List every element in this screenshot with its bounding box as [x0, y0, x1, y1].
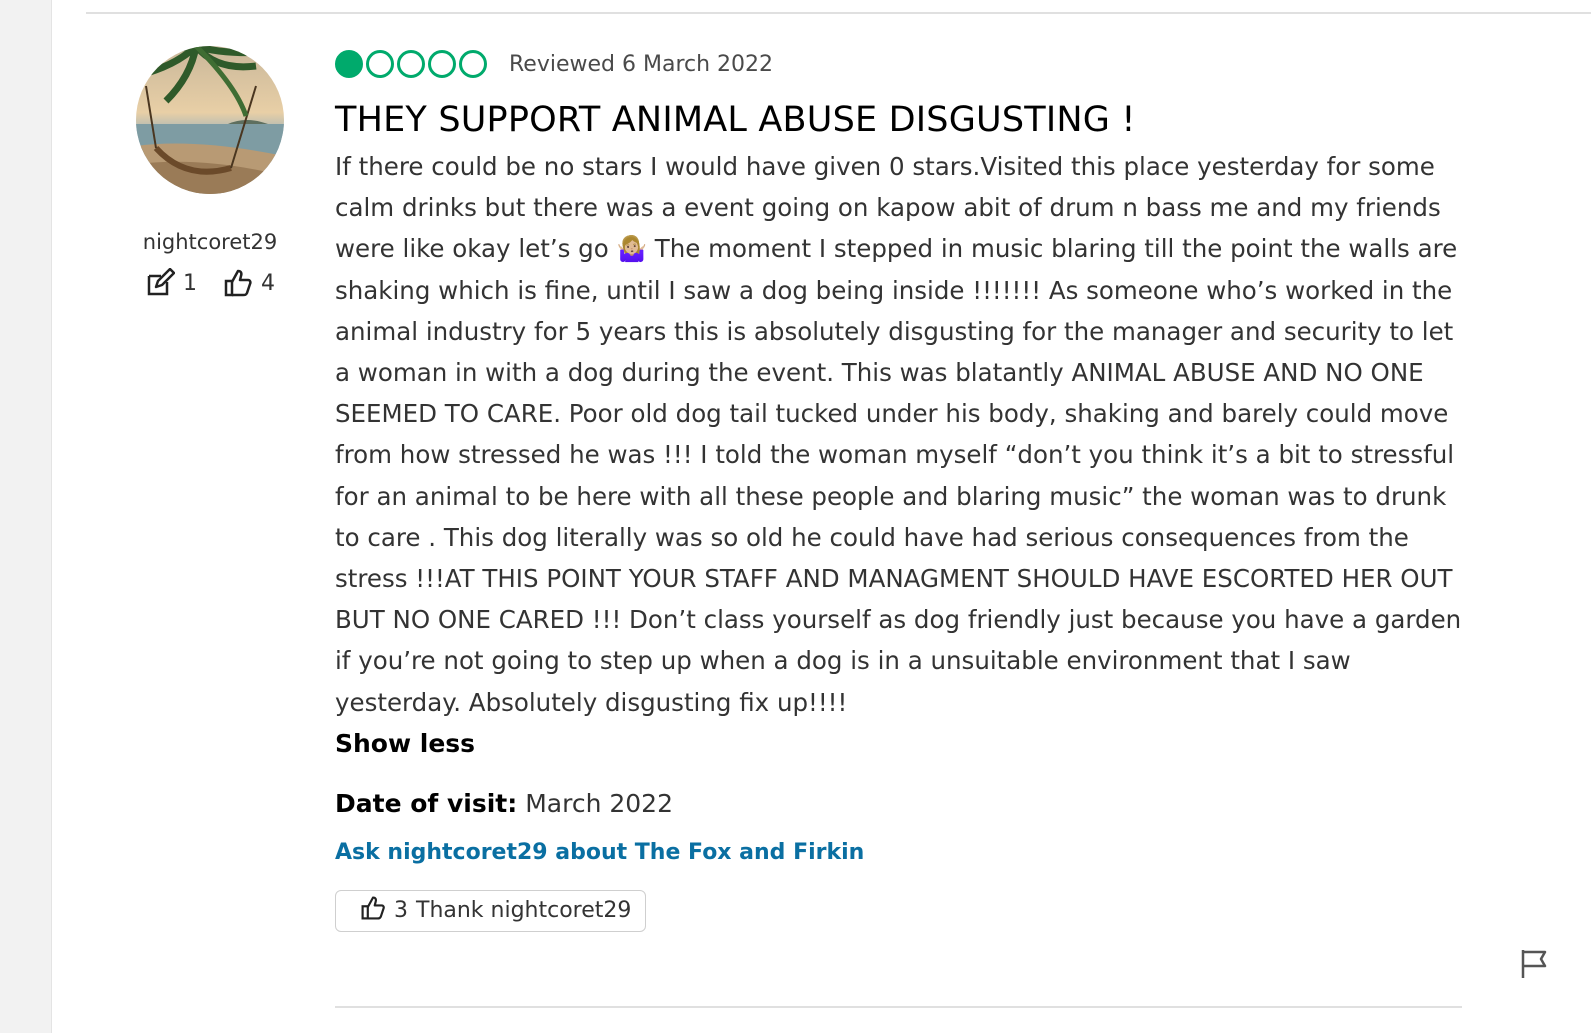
bubble-empty-icon	[397, 50, 425, 78]
avatar-image	[136, 46, 284, 194]
bubble-filled-icon	[335, 50, 363, 78]
review-card: Reviewed 6 March 2022 THEY SUPPORT ANIMA…	[335, 46, 1475, 932]
divider	[335, 1006, 1462, 1008]
bubble-empty-icon	[366, 50, 394, 78]
left-rail	[0, 0, 52, 1033]
thumbs-up-icon	[223, 268, 253, 298]
divider	[86, 12, 1591, 14]
avatar[interactable]	[136, 46, 284, 194]
bubble-empty-icon	[428, 50, 456, 78]
rating-row: Reviewed 6 March 2022	[335, 46, 1475, 82]
contributions-count: 1	[183, 270, 197, 296]
reviewer-profile: nightcoret29 1 4	[110, 46, 310, 298]
visit-label: Date of visit:	[335, 788, 518, 818]
rating-bubbles	[335, 50, 487, 78]
username[interactable]: nightcoret29	[143, 230, 277, 254]
helpful-votes-count: 4	[261, 270, 275, 296]
reviewed-date: Reviewed 6 March 2022	[509, 51, 774, 77]
visit-value: March 2022	[525, 788, 673, 818]
thank-count: 3	[394, 898, 408, 924]
show-less-button[interactable]: Show less	[335, 723, 1475, 764]
review-body: If there could be no stars I would have …	[335, 152, 1462, 717]
flag-icon[interactable]	[1519, 948, 1549, 980]
bubble-empty-icon	[459, 50, 487, 78]
thumbs-up-icon	[360, 895, 386, 927]
ask-reviewer-link[interactable]: Ask nightcoret29 about The Fox and Firki…	[335, 836, 1475, 870]
reviewer-stats: 1 4	[145, 268, 275, 298]
thank-button[interactable]: 3 Thank nightcoret29	[335, 889, 647, 932]
date-of-visit: Date of visit: March 2022	[335, 784, 1475, 824]
edit-pencil-icon	[145, 268, 175, 298]
thank-label: Thank nightcoret29	[416, 898, 632, 924]
review-title[interactable]: THEY SUPPORT ANIMAL ABUSE DISGUSTING !	[335, 98, 1475, 142]
